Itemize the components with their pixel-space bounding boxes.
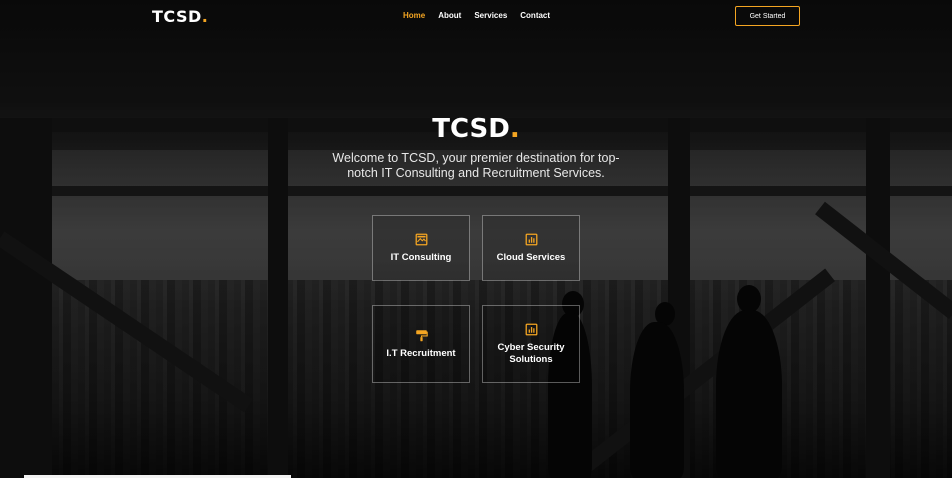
nav-link-home[interactable]: Home — [403, 11, 425, 20]
nav-link-services[interactable]: Services — [474, 11, 507, 20]
bar-chart-icon — [525, 323, 537, 335]
service-card-cloud-services[interactable]: Cloud Services — [482, 215, 580, 281]
logo-dot: . — [201, 7, 209, 26]
paint-roller-icon — [415, 329, 428, 341]
service-card-cyber-security[interactable]: Cyber Security Solutions — [482, 305, 580, 383]
service-card-label: Cyber Security Solutions — [497, 341, 565, 365]
hero-title-text: TCSD — [432, 114, 510, 144]
hero-title-dot: . — [509, 114, 520, 144]
hero-background — [0, 0, 952, 478]
bar-chart-icon — [525, 233, 537, 245]
top-navigation: TCSD. Home About Services Contact Get St… — [0, 0, 952, 34]
nav-links: Home About Services Contact — [403, 11, 563, 20]
service-card-it-consulting[interactable]: IT Consulting — [372, 215, 470, 281]
image-icon — [415, 233, 427, 245]
service-card-label: IT Consulting — [390, 251, 452, 263]
overlay — [0, 0, 952, 478]
get-started-button[interactable]: Get Started — [735, 6, 800, 26]
hero-subtitle: Welcome to TCSD, your premier destinatio… — [332, 151, 620, 180]
logo-text: TCSD — [152, 7, 202, 26]
service-card-label: Cloud Services — [496, 251, 566, 263]
logo[interactable]: TCSD. — [152, 7, 208, 26]
service-card-it-recruitment[interactable]: I.T Recruitment — [372, 305, 470, 383]
hero-title: TCSD. — [0, 114, 952, 144]
service-card-label: I.T Recruitment — [386, 347, 456, 359]
nav-link-about[interactable]: About — [438, 11, 461, 20]
nav-link-contact[interactable]: Contact — [520, 11, 550, 20]
